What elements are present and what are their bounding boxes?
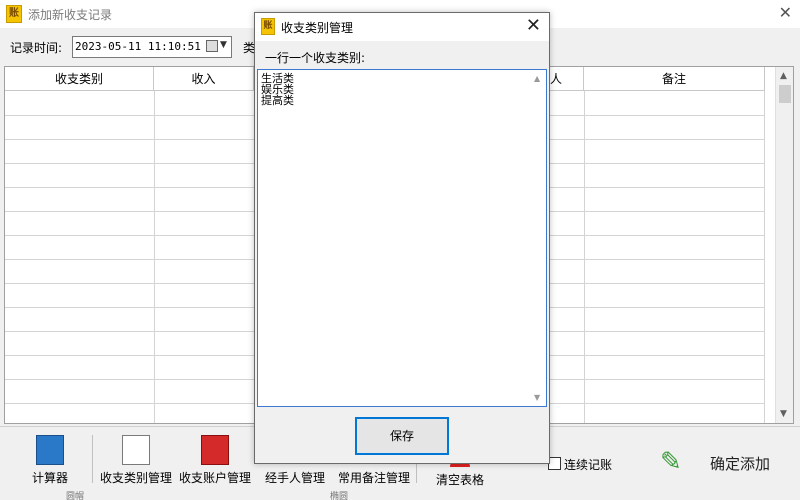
scroll-thumb[interactable] — [779, 85, 791, 103]
continuous-record-label[interactable]: 连续记账 — [564, 456, 612, 473]
col-header-remark[interactable]: 备注 — [584, 67, 765, 91]
remark-management-label: 常用备注管理 — [337, 471, 410, 485]
scroll-down-icon[interactable]: ▼ — [534, 393, 540, 402]
checklist-icon — [122, 435, 150, 465]
textarea-scrollbar[interactable]: ▲ ▼ — [530, 70, 546, 406]
scroll-down-icon[interactable]: ▼ — [780, 409, 787, 419]
scroll-up-icon[interactable]: ▲ — [534, 74, 540, 83]
clear-table-label: 清空表格 — [435, 473, 484, 487]
grid-vertical-scrollbar[interactable]: ▲ ▼ — [775, 67, 793, 423]
partial-text-left: 圆帽 — [66, 492, 85, 500]
category-management-dialog: 账 收支类别管理 ✕ 一行一个收支类别: 生活类 娱乐类 提高类 ▲ ▼ 保存 — [254, 12, 550, 464]
handler-management-label: 经手人管理 — [264, 471, 325, 485]
dialog-titlebar: 账 收支类别管理 ✕ — [255, 13, 549, 41]
calendar-icon[interactable] — [206, 40, 218, 52]
grid-col-line — [154, 91, 155, 423]
col-header-income[interactable]: 收入 — [154, 67, 254, 91]
category-lines[interactable]: 生活类 娱乐类 提高类 — [261, 73, 294, 106]
dialog-instruction: 一行一个收支类别: — [265, 51, 366, 65]
app-logo-icon: 账 — [6, 5, 22, 23]
chevron-down-icon[interactable]: ▼ — [220, 40, 227, 50]
calculator-icon — [36, 435, 64, 465]
confirm-add-button[interactable]: 确定添加 — [710, 453, 770, 474]
calculator-label: 计算器 — [31, 471, 68, 485]
scroll-up-icon[interactable]: ▲ — [780, 71, 787, 81]
main-close-icon[interactable]: ✕ — [779, 3, 792, 22]
book-icon — [201, 435, 229, 465]
pen-check-icon[interactable]: ✎ — [660, 445, 690, 479]
calculator-button[interactable]: 计算器 — [20, 435, 80, 495]
category-textarea[interactable]: 生活类 娱乐类 提高类 ▲ ▼ — [257, 69, 547, 407]
grid-col-line — [764, 91, 765, 423]
toolbar-separator — [92, 435, 93, 483]
grid-col-line — [584, 91, 585, 423]
main-window-title: 添加新收支记录 — [28, 8, 113, 22]
account-management-button[interactable]: 收支账户管理 — [178, 435, 252, 495]
col-header-category[interactable]: 收支类别 — [5, 67, 154, 91]
record-time-label: 记录时间: — [10, 41, 63, 55]
account-management-label: 收支账户管理 — [178, 471, 251, 485]
save-button[interactable]: 保存 — [355, 417, 449, 455]
category-line: 提高类 — [261, 94, 294, 107]
dialog-title: 收支类别管理 — [281, 21, 354, 35]
dialog-close-icon[interactable]: ✕ — [526, 15, 541, 36]
category-management-button[interactable]: 收支类别管理 — [100, 435, 172, 495]
dialog-app-icon: 账 — [261, 18, 275, 35]
category-management-label: 收支类别管理 — [100, 471, 173, 485]
